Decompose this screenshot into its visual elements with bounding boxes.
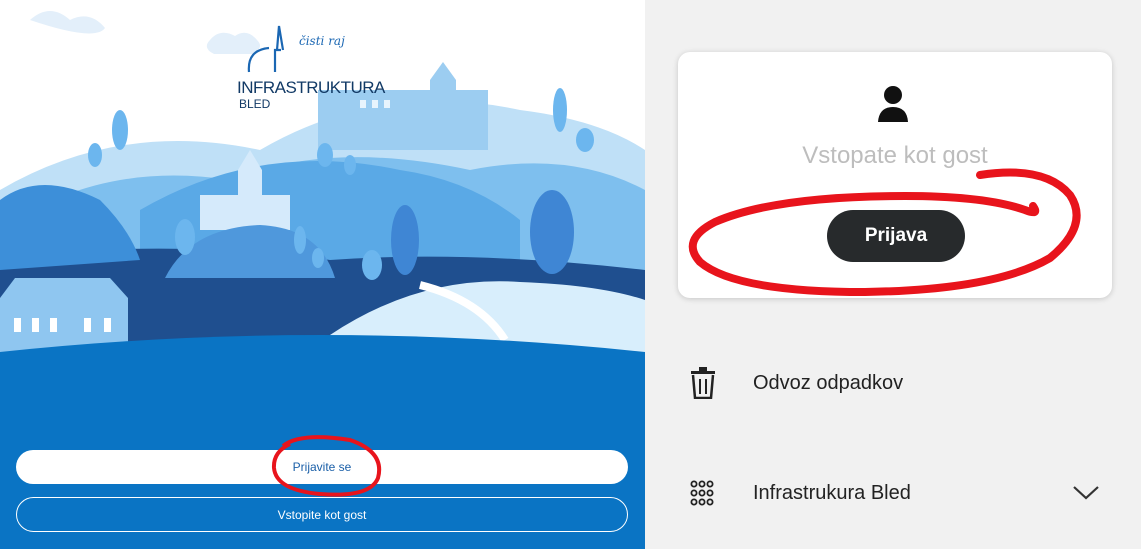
person-icon — [878, 86, 908, 122]
side-menu: Vstopate kot gost Prijava Odvoz odpadkov… — [645, 0, 1141, 549]
logo-name: INFRASTRUKTURA — [237, 78, 385, 97]
login-button-label: Prijavite se — [292, 460, 352, 474]
menu-item-label: Infrastrukura Bled — [753, 481, 911, 504]
login-button[interactable]: Prijavite se — [16, 450, 628, 484]
user-status-text: Vstopate kot gost — [802, 142, 988, 169]
login-screen: čisti raj INFRASTRUKTURA BLED Prijavite … — [0, 0, 645, 549]
menu-item-infrastruktura-bled[interactable]: Infrastrukura Bled — [645, 468, 1141, 518]
user-card: Vstopate kot gost Prijava — [678, 52, 1112, 298]
logo-tagline: čisti raj — [299, 34, 345, 48]
trash-icon — [691, 367, 715, 399]
guest-button-label: Vstopite kot gost — [277, 507, 367, 522]
guest-button[interactable]: Vstopite kot gost — [16, 497, 628, 532]
prijava-button[interactable]: Prijava — [827, 210, 965, 262]
chevron-down-icon[interactable] — [1072, 485, 1100, 501]
menu-item-odvoz-odpadkov[interactable]: Odvoz odpadkov — [645, 358, 1141, 408]
logo-place: BLED — [239, 97, 271, 111]
church-logo-icon — [247, 25, 285, 73]
grid-dots-icon — [690, 480, 714, 506]
prijava-button-label: Prijava — [864, 225, 928, 246]
menu-item-label: Odvoz odpadkov — [753, 371, 904, 394]
infrastruktura-logo: čisti raj INFRASTRUKTURA BLED — [237, 20, 407, 120]
